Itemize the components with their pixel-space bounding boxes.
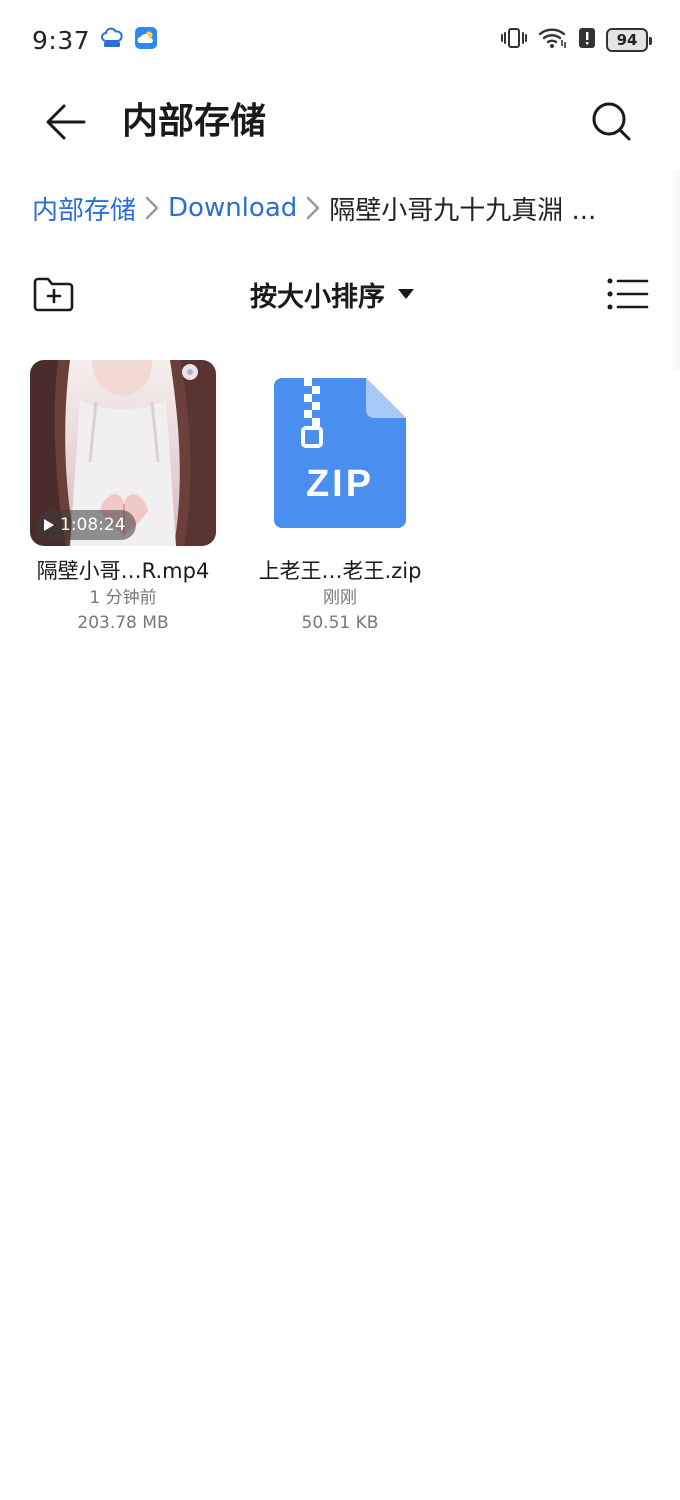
- status-time: 9:37: [32, 25, 91, 55]
- sort-label: 按大小排序: [250, 281, 385, 313]
- new-folder-button[interactable]: [28, 268, 80, 320]
- battery-alert-icon: [578, 26, 596, 54]
- file-time: 1 分钟前: [89, 588, 157, 608]
- zip-file-icon: ZIP: [274, 378, 406, 528]
- vibrate-icon: [500, 26, 528, 54]
- back-button[interactable]: [36, 94, 96, 150]
- new-folder-icon: [33, 277, 74, 312]
- chevron-right-icon: [305, 195, 321, 221]
- list-view-button[interactable]: [604, 268, 652, 320]
- duration-badge: 1:08:24: [36, 510, 136, 540]
- play-icon: [44, 519, 54, 531]
- cloud-upload-icon: [100, 26, 124, 54]
- wifi-icon: [538, 26, 568, 54]
- sort-dropdown[interactable]: 按大小排序: [250, 270, 415, 318]
- battery-icon: 94: [606, 28, 652, 52]
- video-duration: 1:08:24: [60, 515, 126, 535]
- file-size: 50.51 KB: [301, 613, 379, 633]
- video-thumbnail[interactable]: 1:08:24: [30, 360, 216, 546]
- chevron-right-icon: [144, 195, 160, 221]
- breadcrumb-item-download[interactable]: Download: [168, 193, 297, 223]
- file-size: 203.78 MB: [77, 613, 169, 633]
- list-view-icon: [607, 278, 649, 310]
- battery-level: 94: [616, 31, 638, 49]
- breadcrumb: 内部存储 Download 隔壁小哥九十九真淵 ...: [32, 184, 652, 232]
- file-item-zip[interactable]: ZIP 上老王…老王.zip 刚刚 50.51 KB: [247, 360, 433, 636]
- zip-thumbnail[interactable]: ZIP: [247, 360, 433, 546]
- status-right: 94: [500, 26, 652, 54]
- search-button[interactable]: [584, 94, 640, 150]
- search-icon: [592, 102, 631, 141]
- weather-icon: [134, 26, 158, 54]
- dropdown-triangle-icon: [398, 289, 414, 299]
- toolbar: 按大小排序: [0, 262, 680, 326]
- file-name: 隔壁小哥…R.mp4: [36, 559, 210, 583]
- breadcrumb-item-internal-storage[interactable]: 内部存储: [32, 190, 136, 227]
- app-header: 内部存储: [0, 80, 680, 164]
- status-bar: 9:37 94: [0, 0, 680, 80]
- back-arrow-icon: [46, 104, 86, 140]
- page-title: 内部存储: [122, 101, 267, 142]
- file-name: 上老王…老王.zip: [258, 559, 422, 583]
- file-time: 刚刚: [323, 588, 357, 608]
- status-left: 9:37: [32, 26, 158, 55]
- edge-shadow: [670, 170, 680, 370]
- breadcrumb-item-current: 隔壁小哥九十九真淵 ...: [329, 195, 597, 226]
- zip-badge-label: ZIP: [306, 463, 374, 505]
- file-item-video[interactable]: 1:08:24 隔壁小哥…R.mp4 1 分钟前 203.78 MB: [30, 360, 216, 636]
- file-manager-screen: 9:37 94 内部存储 内部存储 Download 隔壁小哥九十九真淵 ...…: [0, 0, 680, 1500]
